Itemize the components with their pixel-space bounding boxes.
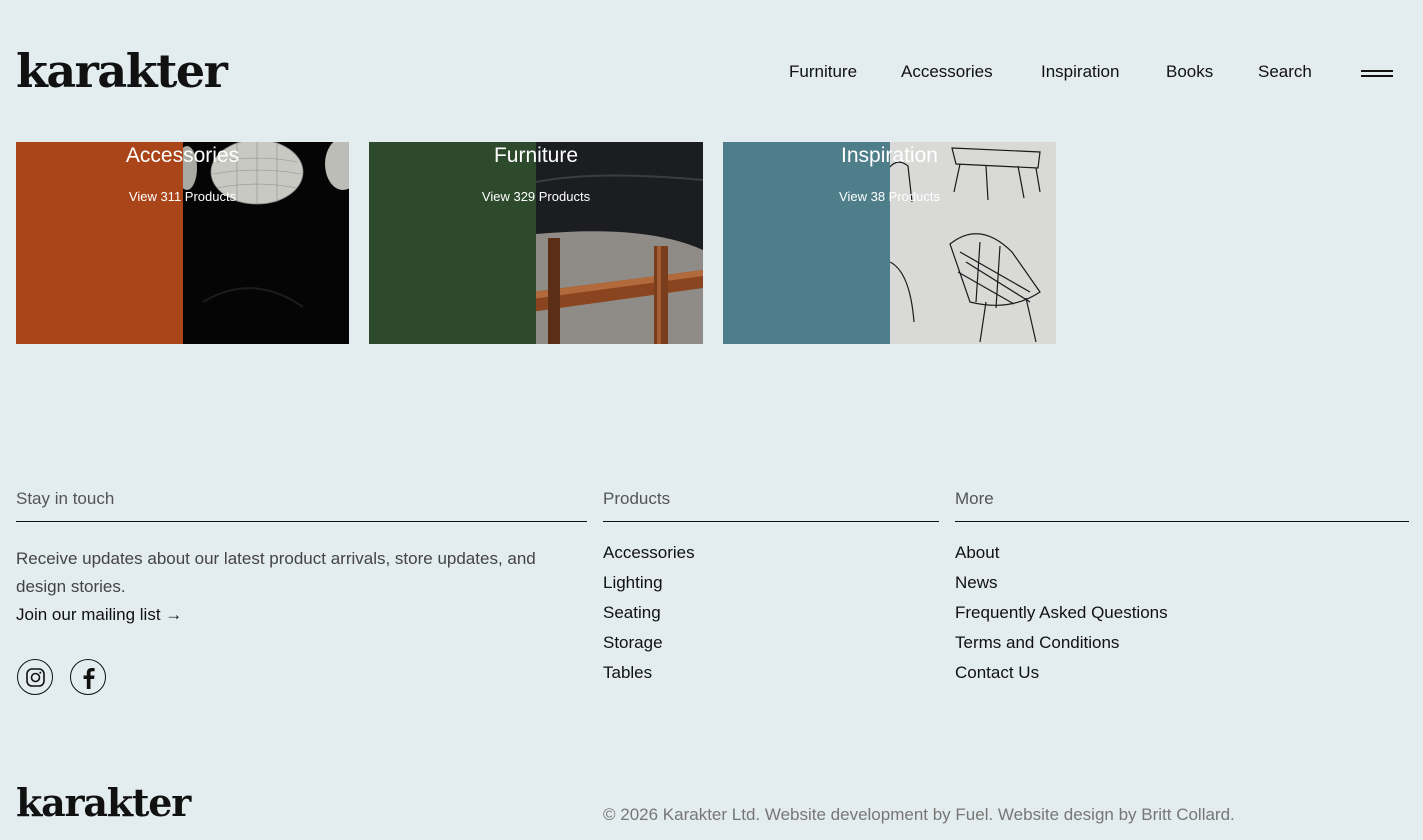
footer-divider bbox=[16, 521, 587, 522]
category-count: View 38 Products bbox=[839, 189, 940, 204]
footer-heading-stay: Stay in touch bbox=[16, 489, 115, 508]
category-title: Accessories bbox=[125, 144, 240, 167]
mailing-list-link[interactable]: Join our mailing list → bbox=[16, 601, 182, 629]
card-color-block bbox=[369, 142, 536, 344]
nav-books[interactable]: Books bbox=[1166, 60, 1213, 84]
category-title: Furniture bbox=[493, 144, 579, 167]
newsletter-text: Receive updates about our latest product… bbox=[16, 549, 536, 596]
facebook-icon[interactable] bbox=[70, 659, 106, 695]
footer-link-contact[interactable]: Contact Us bbox=[955, 661, 1039, 685]
category-card-inspiration[interactable]: Inspiration View 38 Products bbox=[723, 142, 1056, 344]
hamburger-icon[interactable] bbox=[1361, 70, 1393, 78]
chair-photo bbox=[536, 142, 703, 344]
footer-link-seating[interactable]: Seating bbox=[603, 601, 661, 625]
footer-heading-more: More bbox=[955, 489, 994, 508]
nav-search[interactable]: Search bbox=[1258, 60, 1312, 84]
site-logo[interactable]: karakter bbox=[16, 48, 228, 94]
footer-link-news[interactable]: News bbox=[955, 571, 998, 595]
footer-heading-products: Products bbox=[603, 489, 671, 508]
category-count: View 329 Products bbox=[481, 189, 591, 204]
instagram-icon[interactable] bbox=[17, 659, 53, 695]
footer-link-accessories[interactable]: Accessories bbox=[603, 541, 695, 565]
category-card-furniture[interactable]: Furniture View 329 Products bbox=[369, 142, 703, 344]
footer-divider bbox=[603, 521, 939, 522]
chairs-sketch-photo bbox=[889, 142, 1056, 344]
footer-link-storage[interactable]: Storage bbox=[603, 631, 663, 655]
footer-link-faq[interactable]: Frequently Asked Questions bbox=[955, 601, 1168, 625]
footer-link-tables[interactable]: Tables bbox=[603, 661, 652, 685]
nav-accessories[interactable]: Accessories bbox=[901, 60, 993, 84]
footer-link-lighting[interactable]: Lighting bbox=[603, 571, 663, 595]
copyright-text: © 2026 Karakter Ltd. Website development… bbox=[603, 805, 1235, 824]
nav-furniture[interactable]: Furniture bbox=[789, 60, 857, 84]
card-color-block bbox=[723, 142, 890, 344]
lamps-photo bbox=[182, 142, 349, 344]
footer-logo[interactable]: karakter bbox=[16, 784, 191, 822]
card-color-block bbox=[16, 142, 183, 344]
footer-divider bbox=[955, 521, 1409, 522]
category-card-accessories[interactable]: Accessories View 311 Products bbox=[16, 142, 349, 344]
category-title: Inspiration bbox=[841, 144, 938, 167]
nav-inspiration[interactable]: Inspiration bbox=[1041, 60, 1119, 84]
footer-link-about[interactable]: About bbox=[955, 541, 999, 565]
category-count: View 311 Products bbox=[128, 189, 237, 204]
footer-link-terms[interactable]: Terms and Conditions bbox=[955, 631, 1119, 655]
